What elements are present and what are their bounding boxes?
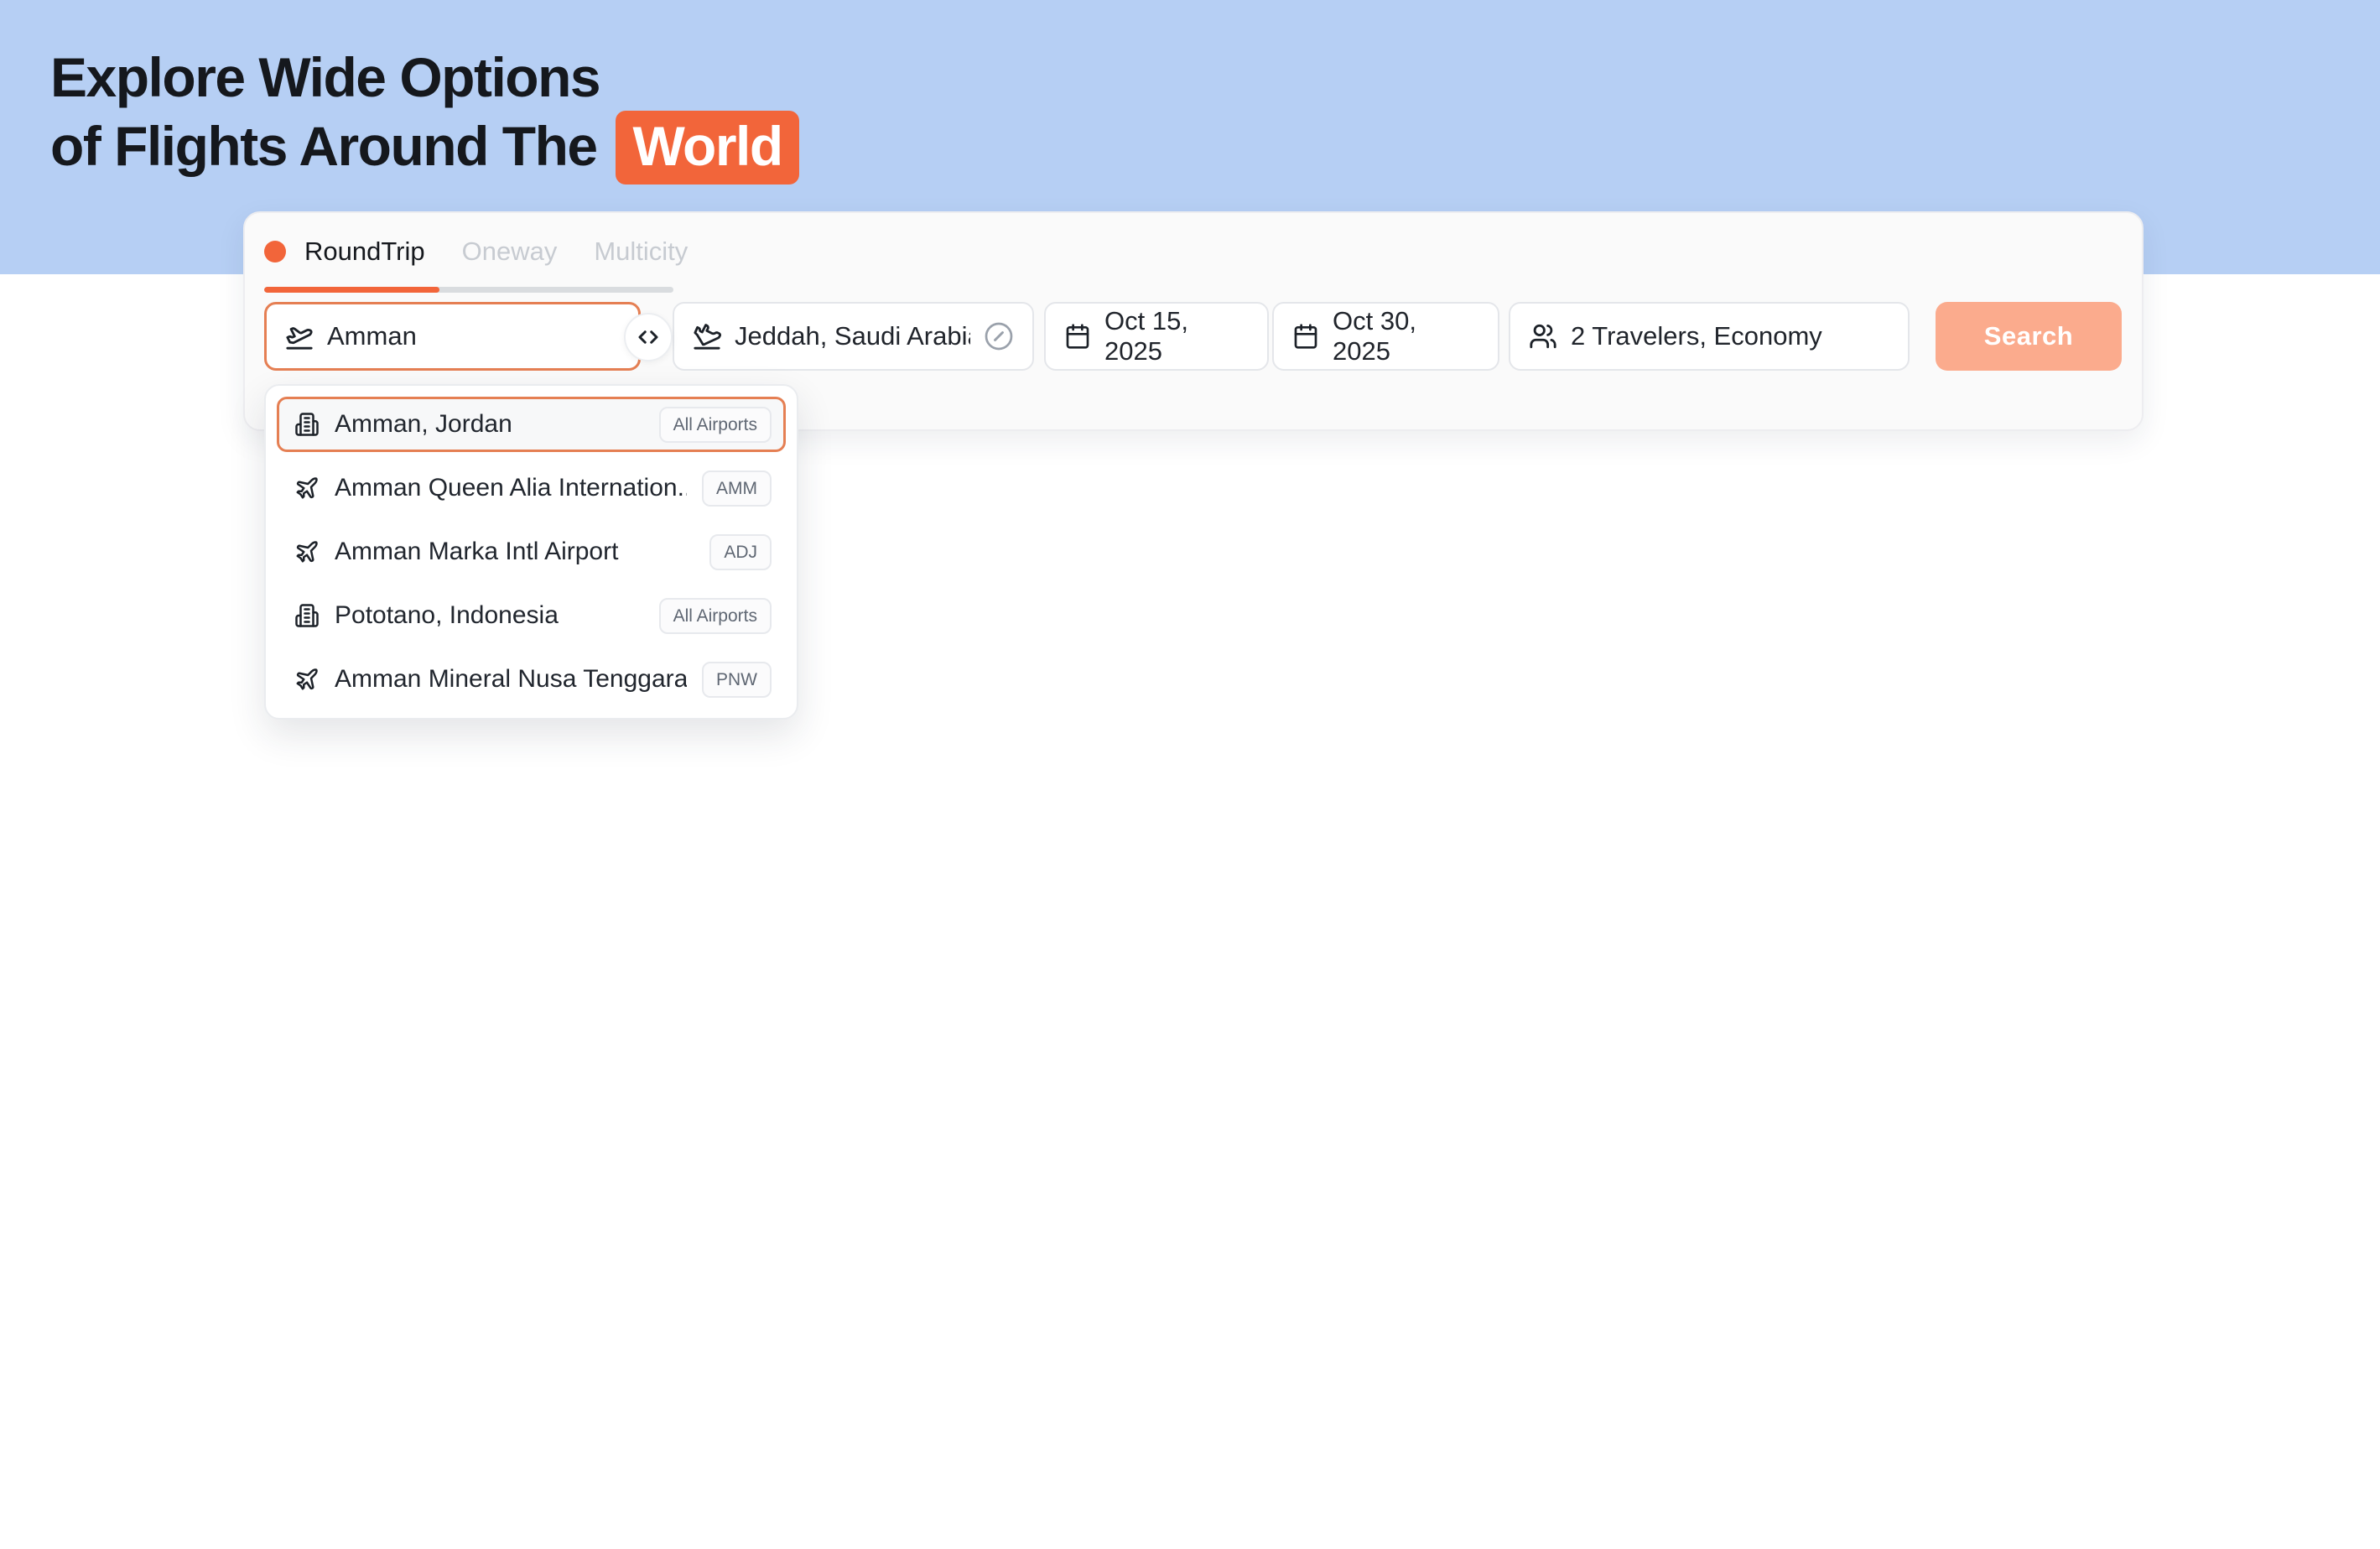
- suggestion-label: Amman, Jordan: [335, 410, 644, 439]
- suggestion-badge: All Airports: [659, 598, 772, 634]
- clear-destination-button[interactable]: [984, 321, 1014, 351]
- destination-field[interactable]: Jeddah, Saudi Arabia: [673, 302, 1034, 371]
- suggestion-item-amman-jordan[interactable]: Amman, Jordan All Airports: [277, 397, 786, 452]
- tab-oneway-label: Oneway: [462, 237, 558, 267]
- page-title: Explore Wide Options of Flights Around T…: [50, 44, 799, 185]
- trip-type-tabs: RoundTrip Oneway Multicity: [264, 237, 688, 267]
- plane-icon: [294, 667, 320, 692]
- tab-roundtrip-label: RoundTrip: [304, 237, 425, 267]
- suggestion-item-queen-alia[interactable]: Amman Queen Alia Internation... AMM: [277, 460, 786, 516]
- page: Explore Wide Options of Flights Around T…: [0, 0, 2380, 1549]
- building-icon: [294, 412, 320, 437]
- suggestion-badge: PNW: [702, 662, 772, 698]
- suggestion-label: Pototano, Indonesia: [335, 601, 644, 630]
- suggestion-item-marka[interactable]: Amman Marka Intl Airport ADJ: [277, 524, 786, 580]
- destination-value: Jeddah, Saudi Arabia: [735, 321, 970, 351]
- tab-multicity-label: Multicity: [594, 237, 688, 267]
- plane-takeoff-icon: [285, 322, 314, 351]
- suggestion-badge: AMM: [702, 470, 772, 507]
- plane-icon: [294, 476, 320, 501]
- suggestion-badge: All Airports: [659, 407, 772, 443]
- depart-date-field[interactable]: Oct 15, 2025: [1044, 302, 1269, 371]
- suggestion-label: Amman Marka Intl Airport: [335, 538, 694, 566]
- swap-code-icon: [636, 325, 661, 350]
- tabs-underline-active: [264, 287, 439, 293]
- tab-multicity[interactable]: Multicity: [594, 237, 688, 267]
- travelers-field[interactable]: 2 Travelers, Economy: [1509, 302, 1910, 371]
- plane-landing-icon: [693, 322, 721, 351]
- circle-x-icon: [984, 321, 1014, 351]
- suggestion-label: Amman Queen Alia Internation...: [335, 474, 687, 502]
- active-tab-dot-icon: [264, 241, 286, 262]
- location-suggestions-dropdown: Amman, Jordan All Airports Amman Queen A…: [264, 384, 798, 720]
- origin-field[interactable]: [264, 302, 641, 371]
- travelers-value: 2 Travelers, Economy: [1571, 321, 1822, 351]
- search-button[interactable]: Search: [1936, 302, 2122, 371]
- tab-roundtrip[interactable]: RoundTrip: [264, 237, 425, 267]
- plane-icon: [294, 539, 320, 564]
- origin-input[interactable]: [327, 321, 620, 351]
- suggestion-item-pototano[interactable]: Pototano, Indonesia All Airports: [277, 588, 786, 643]
- users-icon: [1529, 322, 1557, 351]
- return-date-value: Oct 30, 2025: [1333, 306, 1479, 366]
- page-title-line2: of Flights Around The: [50, 115, 597, 177]
- return-date-field[interactable]: Oct 30, 2025: [1272, 302, 1499, 371]
- suggestion-badge: ADJ: [709, 534, 772, 570]
- tab-oneway[interactable]: Oneway: [462, 237, 558, 267]
- depart-date-value: Oct 15, 2025: [1104, 306, 1249, 366]
- calendar-icon: [1292, 323, 1319, 350]
- tabs-underline: [264, 287, 673, 293]
- suggestion-label: Amman Mineral Nusa Tenggara: [335, 665, 687, 694]
- calendar-icon: [1064, 323, 1091, 350]
- page-title-highlight: World: [616, 111, 798, 185]
- suggestion-item-mineral-nusa[interactable]: Amman Mineral Nusa Tenggara PNW: [277, 652, 786, 707]
- building-icon: [294, 603, 320, 628]
- page-title-line1: Explore Wide Options: [50, 46, 600, 108]
- swap-button[interactable]: [624, 313, 673, 361]
